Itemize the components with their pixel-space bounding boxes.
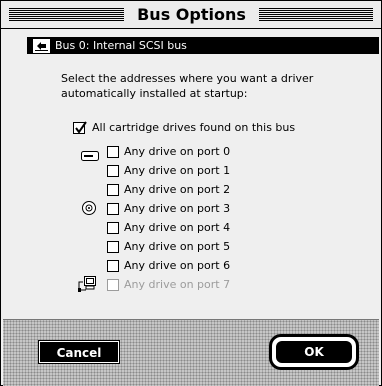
scsi-bus-icon (33, 39, 50, 53)
title-bar[interactable]: Bus Options (1, 1, 381, 29)
port-7-checkbox (107, 279, 119, 291)
port-1-checkbox[interactable] (107, 165, 119, 177)
port-6-label: Any drive on port 6 (124, 259, 231, 272)
hard-disk-icon (81, 146, 99, 165)
bus-label: Bus 0: Internal SCSI bus (55, 39, 187, 52)
port-2-label: Any drive on port 2 (124, 183, 231, 196)
computer-icon (78, 275, 98, 297)
port-7-label: Any drive on port 7 (124, 278, 231, 291)
title-bar-stripes-right (259, 8, 373, 21)
title-bar-stripes-left (9, 8, 124, 21)
port-3-label: Any drive on port 3 (124, 202, 231, 215)
all-cartridges-checkbox[interactable] (73, 121, 87, 134)
port-4-checkbox[interactable] (107, 222, 119, 234)
all-cartridges-label: All cartridge drives found on this bus (92, 121, 296, 134)
port-2-checkbox[interactable] (107, 184, 119, 196)
bus-options-dialog: Bus Options Bus 0: Internal SCSI bus Sel… (0, 0, 382, 386)
bus-selector[interactable]: Bus 0: Internal SCSI bus (27, 37, 379, 54)
port-0-checkbox[interactable] (107, 146, 119, 158)
instructions-text: Select the addresses where you want a dr… (61, 72, 314, 100)
port-5-label: Any drive on port 5 (124, 240, 231, 253)
port-3-checkbox[interactable] (107, 203, 119, 215)
ok-button[interactable]: OK (276, 341, 352, 363)
port-6-checkbox[interactable] (107, 260, 119, 272)
port-1-label: Any drive on port 1 (124, 164, 231, 177)
ok-button-outline: OK (269, 334, 359, 370)
window-title: Bus Options (124, 4, 259, 26)
port-0-label: Any drive on port 0 (124, 145, 231, 158)
port-5-checkbox[interactable] (107, 241, 119, 253)
cd-rom-icon (81, 200, 97, 220)
cancel-button[interactable]: Cancel (38, 340, 120, 364)
port-4-label: Any drive on port 4 (124, 221, 231, 234)
